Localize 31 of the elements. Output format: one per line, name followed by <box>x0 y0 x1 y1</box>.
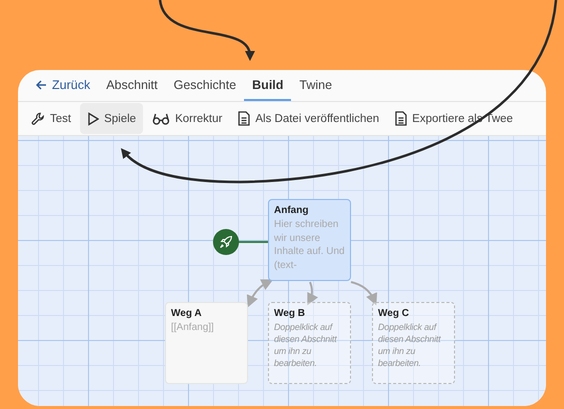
passage-title: Anfang <box>274 205 310 216</box>
play-icon <box>87 112 100 126</box>
document-icon <box>395 111 408 126</box>
link-arrow <box>350 281 377 306</box>
passage-excerpt: Doppelklick auf diesen Abschnitt um ihn zu bearbeiten. <box>378 321 442 369</box>
wrench-icon <box>31 112 45 126</box>
passage-excerpt: Hier schreiben wir unsere Inhalte auf. Und (text- <box>274 218 345 272</box>
passage-card[interactable]: Weg B Doppelklick auf diesen Abschnitt um ihn zu bearbeiten. <box>268 302 351 384</box>
toolbar-button[interactable]: Test <box>24 103 78 134</box>
passage-title: Weg A <box>171 308 203 319</box>
passage-card[interactable]: Anfang Hier schreiben wir unsere Inhalte auf. Und (text- <box>268 199 351 281</box>
nav-tab[interactable]: Build <box>244 70 292 101</box>
passage-title: Weg C <box>378 308 410 319</box>
toolbar-button[interactable]: Korrektur <box>145 103 230 134</box>
toolbar-button[interactable]: Spiele <box>80 103 144 134</box>
link-arrow <box>307 282 318 306</box>
glasses-icon <box>152 112 170 124</box>
passage-title: Weg B <box>274 308 306 319</box>
passage-card[interactable]: Weg C Doppelklick auf diesen Abschnitt um ihn zu bearbeiten. <box>372 302 455 384</box>
back-link[interactable]: Zurück <box>28 70 98 101</box>
toolbar-button[interactable]: Als Datei veröffentlichen <box>231 103 386 134</box>
nav-tab[interactable]: Twine <box>291 70 340 101</box>
nav-tab[interactable]: Abschnitt <box>98 70 166 101</box>
passage-card[interactable]: Weg A [[Anfang]] <box>165 302 248 384</box>
rocket-icon <box>219 235 233 249</box>
passage-excerpt: [[Anfang]] <box>171 321 215 334</box>
document-icon <box>238 111 250 126</box>
passage-excerpt: Doppelklick auf diesen Abschnitt um ihn zu bearbeiten. <box>274 321 338 369</box>
nav-tab[interactable]: Geschichte <box>166 70 244 101</box>
arrow-left-icon <box>36 80 47 90</box>
link-arrow <box>247 279 274 308</box>
